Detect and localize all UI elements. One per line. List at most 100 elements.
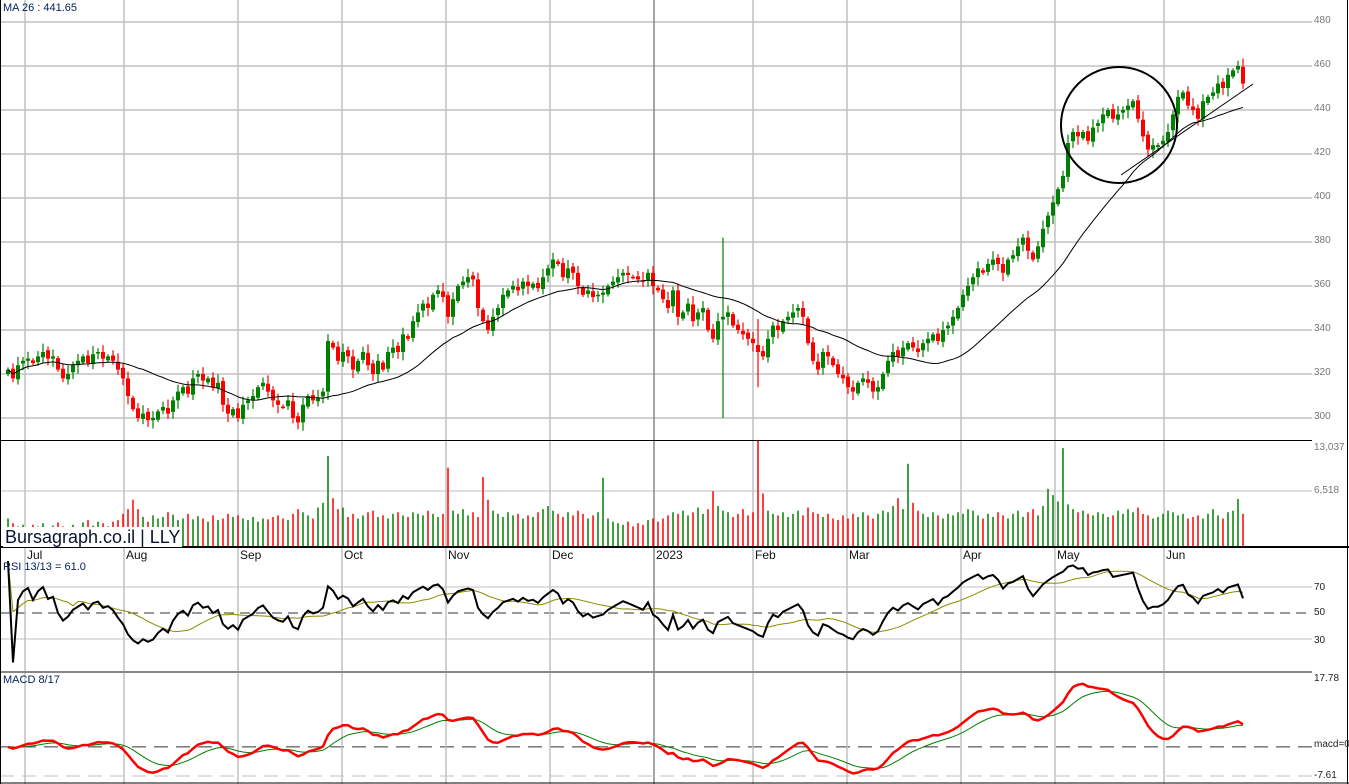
candle-body [441, 291, 445, 297]
candle-body [1071, 132, 1075, 142]
candle-body [821, 352, 825, 368]
candle-body [966, 286, 970, 296]
candle-body [51, 356, 55, 359]
month-label: Sep [240, 548, 262, 562]
candle-body [466, 277, 470, 283]
candle-body [506, 290, 510, 297]
candle-body [1171, 114, 1175, 131]
candle-body [381, 362, 385, 370]
candle-body [681, 312, 685, 319]
candle-body [1131, 101, 1135, 108]
candle-body [356, 360, 360, 372]
candle-body [656, 287, 660, 291]
volume-axis-max: 13,037 [1314, 442, 1345, 453]
candle-body [961, 294, 965, 308]
month-label: Aug [126, 548, 148, 562]
candle-body [861, 378, 865, 382]
candle-body [651, 272, 655, 286]
candle-body [711, 329, 715, 339]
candle-body [1181, 92, 1185, 99]
candle-body [571, 266, 575, 273]
candle-body [111, 355, 115, 361]
annotation-circle [1060, 66, 1178, 184]
candle-body [691, 304, 695, 322]
candle-body [206, 378, 210, 383]
rsi-axis-50: 50 [1314, 607, 1326, 618]
candle-body [296, 416, 300, 423]
candle-body [491, 316, 495, 331]
macd-label: MACD 8/17 [3, 674, 60, 686]
rsi-signal-line [7, 560, 1244, 633]
candle-body [766, 338, 770, 358]
candle-body [316, 398, 320, 402]
candle-body [151, 418, 155, 421]
brand-label: Bursagraph.co.il | LLY [3, 527, 183, 547]
candle-body [496, 308, 500, 316]
rsi-label: RSI 13/13 = 61.0 [3, 561, 86, 573]
candle-body [106, 356, 110, 361]
candle-body [1206, 96, 1210, 103]
candle-body [1226, 74, 1230, 88]
candle-body [81, 356, 85, 363]
candle-body [481, 309, 485, 322]
macd-signal-line [7, 690, 1244, 769]
candle-body [906, 343, 910, 350]
candle-body [1001, 264, 1005, 273]
candle-body [391, 347, 395, 353]
candle-body [851, 387, 855, 392]
candle-body [1116, 114, 1120, 120]
candle-body [21, 360, 25, 364]
candle-body [411, 321, 415, 338]
candle-body [916, 348, 920, 352]
candle-body [721, 316, 725, 320]
candle-body [211, 377, 215, 388]
candle-body [126, 378, 130, 396]
candle-body [1076, 132, 1080, 137]
candle-body [1201, 101, 1205, 119]
price-tick-label: 300 [1314, 411, 1331, 422]
candle-body [886, 360, 890, 374]
candle-body [871, 381, 875, 392]
candle-body [436, 290, 440, 294]
candle-body [171, 400, 175, 412]
candle-body [606, 286, 610, 295]
candle-body [36, 356, 40, 363]
month-label: May [1057, 548, 1080, 562]
candle-body [386, 352, 390, 369]
candle-body [196, 374, 200, 377]
candle-body [1236, 66, 1240, 70]
candle-body [281, 406, 285, 409]
candle-body [676, 290, 680, 317]
price-tick-label: 440 [1314, 103, 1331, 114]
price-tick-label: 320 [1314, 367, 1331, 378]
candle-body [1101, 114, 1105, 124]
candle-body [241, 404, 245, 419]
candle-body [531, 283, 535, 288]
candle-body [186, 386, 190, 394]
candle-body [181, 387, 185, 394]
candle-body [41, 352, 45, 358]
candle-body [611, 281, 615, 286]
candle-body [516, 286, 520, 291]
candle-body [136, 408, 140, 418]
candle-body [846, 376, 850, 388]
candle-body [471, 275, 475, 280]
candle-body [666, 300, 670, 308]
candle-body [1016, 246, 1020, 257]
candles [6, 58, 1245, 431]
month-label: Oct [344, 548, 363, 562]
candle-body [771, 325, 775, 338]
candle-body [986, 264, 990, 272]
gridlines [0, 0, 1312, 784]
candle-body [856, 382, 860, 394]
candle-body [341, 352, 345, 362]
candle-body [1031, 252, 1035, 260]
candle-body [596, 294, 600, 297]
candle-body [31, 360, 35, 363]
candle-body [426, 303, 430, 308]
candle-body [541, 277, 545, 290]
month-label: Mar [849, 548, 870, 562]
candle-body [331, 342, 335, 348]
candle-body [326, 341, 330, 392]
candle-body [536, 282, 540, 289]
